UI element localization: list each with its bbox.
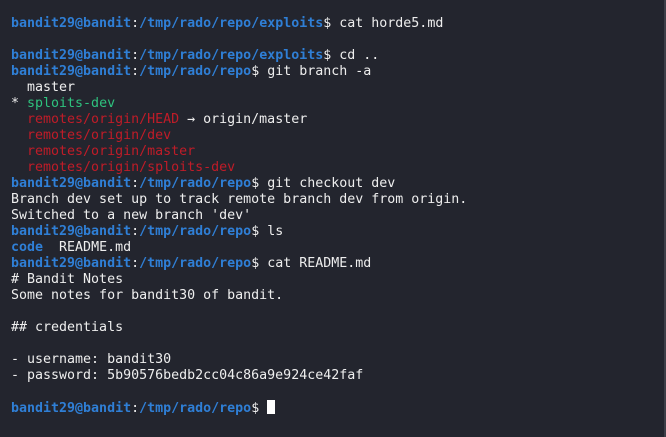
branch-line-master: master (11, 80, 76, 95)
prompt-colon: : (131, 176, 140, 191)
branch-line-current: * sploits-dev (11, 96, 666, 112)
remote-branch-name: remotes/origin/HEAD (27, 112, 180, 127)
prompt-path: /tmp/rado/repo (139, 176, 252, 191)
terminal-line: bandit29@bandit:/tmp/rado/repo/exploits$… (11, 16, 666, 32)
command-text: cd .. (331, 48, 380, 63)
prompt-path: /tmp/rado/repo (139, 256, 252, 271)
prompt-colon: : (131, 16, 140, 31)
terminal-line: bandit29@bandit:/tmp/rado/repo/exploits$… (11, 48, 666, 64)
terminal-line: bandit29@bandit:/tmp/rado/repo$ git chec… (11, 176, 666, 192)
terminal-line: bandit29@bandit:/tmp/rado/repo$ ls (11, 224, 666, 240)
prompt-colon: : (131, 64, 140, 79)
prompt-colon: : (131, 48, 140, 63)
command-text: git checkout dev (259, 176, 396, 191)
remote-branch-name: remotes/origin/dev (27, 128, 172, 143)
terminal-line: bandit29@bandit:/tmp/rado/repo$ git bran… (11, 64, 666, 80)
prompt-user-host: bandit29@bandit (11, 16, 132, 31)
prompt-user-host: bandit29@bandit (11, 224, 132, 239)
readme-title: # Bandit Notes (11, 272, 124, 287)
output-tracking: Branch dev set up to track remote branch… (11, 192, 468, 207)
prompt-user-host: bandit29@bandit (11, 256, 132, 271)
prompt-path: /tmp/rado/repo (139, 224, 252, 239)
branch-line-remote-head: remotes/origin/HEAD → origin/master (11, 112, 666, 128)
ls-output: code README.md (11, 240, 666, 256)
command-text: cat horde5.md (331, 16, 444, 31)
current-branch-marker: * (11, 96, 28, 111)
prompt-user-host: bandit29@bandit (11, 401, 132, 416)
terminal-window[interactable]: bandit29@bandit:/tmp/rado/repo/exploits$… (0, 0, 666, 437)
command-text: ls (259, 224, 284, 239)
ls-directory: code (11, 240, 44, 255)
command-input[interactable] (259, 401, 267, 416)
prompt-user-host: bandit29@bandit (11, 176, 132, 191)
prompt-path: /tmp/rado/repo/exploits (139, 16, 324, 31)
prompt-user-host: bandit29@bandit (11, 64, 132, 79)
readme-username: - username: bandit30 (11, 352, 172, 367)
readme-section-heading: ## credentials (11, 320, 124, 335)
prompt-dollar: $ (251, 401, 260, 416)
text-cursor (267, 400, 276, 414)
prompt-colon: : (131, 256, 140, 271)
remote-branch-name: remotes/origin/sploits-dev (27, 160, 236, 175)
prompt-dollar: $ (251, 224, 260, 239)
current-branch-name: sploits-dev (27, 96, 116, 111)
branch-line-remote-sploits: remotes/origin/sploits-dev (11, 160, 666, 176)
prompt-dollar: $ (251, 64, 260, 79)
prompt-dollar: $ (251, 176, 260, 191)
ls-file: README.md (43, 240, 132, 255)
command-text: git branch -a (259, 64, 372, 79)
readme-password: - password: 5b90576bedb2cc04c86a9e924ce4… (11, 368, 364, 383)
command-text: cat README.md (259, 256, 372, 271)
prompt-user-host: bandit29@bandit (11, 48, 132, 63)
prompt-colon: : (131, 401, 140, 416)
prompt-path: /tmp/rado/repo (139, 64, 252, 79)
prompt-path: /tmp/rado/repo/exploits (139, 48, 324, 63)
prompt-path: /tmp/rado/repo (139, 401, 252, 416)
output-switched: Switched to a new branch 'dev' (11, 208, 252, 223)
terminal-line: bandit29@bandit:/tmp/rado/repo$ cat READ… (11, 256, 666, 272)
terminal-active-prompt[interactable]: bandit29@bandit:/tmp/rado/repo$ (11, 400, 666, 416)
prompt-dollar: $ (251, 256, 260, 271)
branch-line-remote-master: remotes/origin/master (11, 144, 666, 160)
remote-branch-name: remotes/origin/master (27, 144, 196, 159)
prompt-colon: : (131, 224, 140, 239)
remote-head-target: → origin/master (179, 112, 308, 127)
branch-line-remote-dev: remotes/origin/dev (11, 128, 666, 144)
readme-description: Some notes for bandit30 of bandit. (11, 288, 284, 303)
